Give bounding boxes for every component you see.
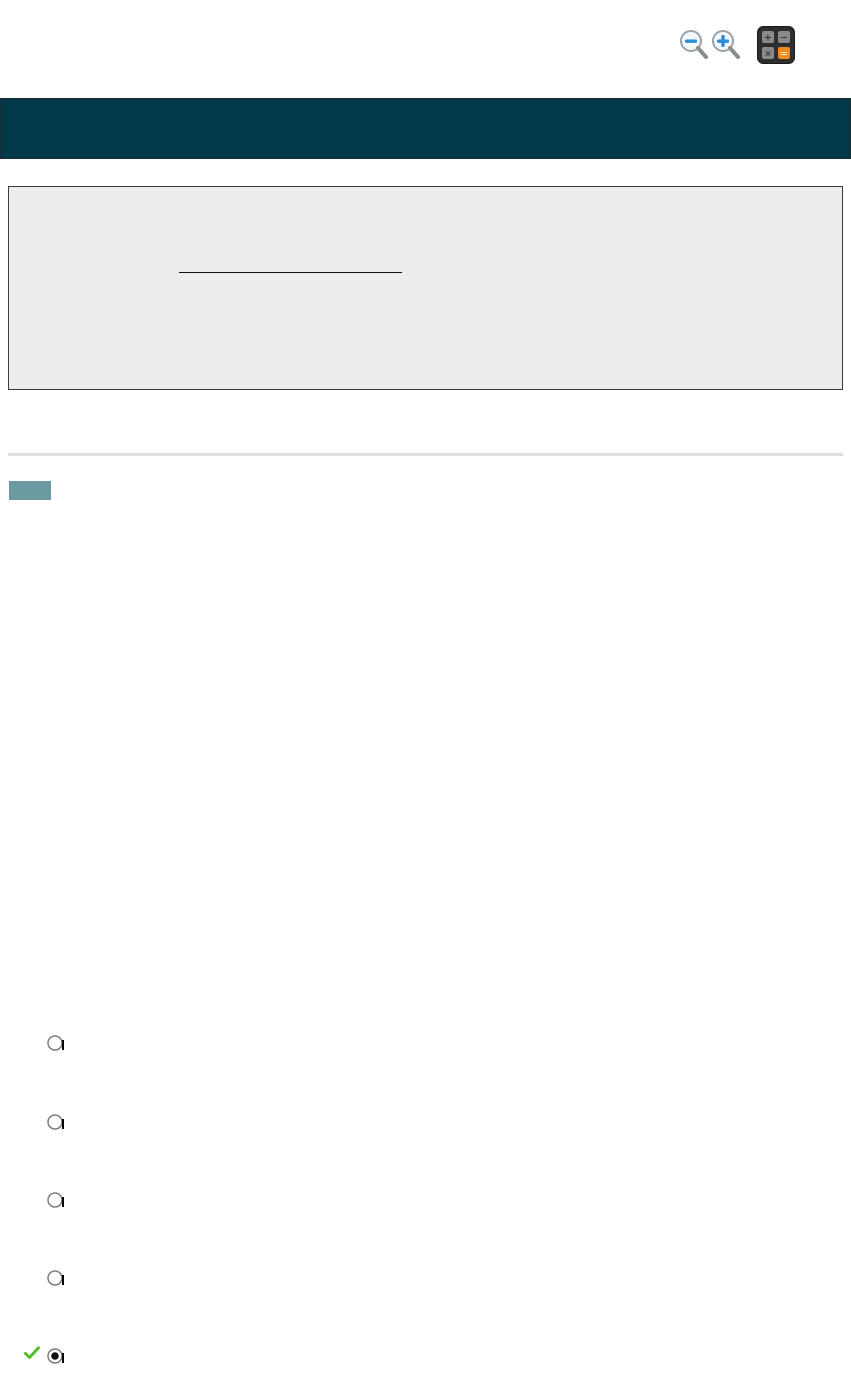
radio-selected-icon[interactable]	[46, 1347, 64, 1365]
zoom-in-button[interactable]	[710, 28, 742, 62]
toolbar: + − × =	[678, 26, 796, 64]
answer-choice-3[interactable]	[46, 1188, 446, 1212]
svg-text:+: +	[764, 33, 772, 44]
section-divider	[8, 453, 843, 456]
zoom-in-icon	[712, 30, 740, 59]
zoom-out-icon	[680, 30, 708, 59]
radio-unselected-icon[interactable]	[46, 1113, 64, 1131]
calculator-icon: + − × =	[757, 26, 795, 64]
answer-choice-4[interactable]	[46, 1266, 446, 1290]
page: + − × =	[0, 0, 851, 1397]
info-panel	[8, 186, 843, 390]
radio-unselected-icon[interactable]	[46, 1269, 64, 1287]
answer-choice-2[interactable]	[46, 1110, 446, 1134]
svg-text:=: =	[780, 49, 788, 60]
radio-unselected-icon[interactable]	[46, 1034, 64, 1052]
header-bar	[0, 98, 851, 159]
question-number-badge	[9, 481, 51, 500]
answer-choice-5[interactable]	[46, 1344, 446, 1368]
svg-text:×: ×	[764, 50, 772, 60]
checkmark-icon	[24, 1346, 40, 1359]
answer-choice-1[interactable]	[46, 1031, 446, 1055]
radio-unselected-icon[interactable]	[46, 1191, 64, 1209]
svg-text:−: −	[780, 33, 788, 44]
underline-blank	[179, 272, 402, 273]
calculator-button[interactable]: + − × =	[756, 25, 796, 65]
zoom-out-button[interactable]	[678, 28, 710, 62]
